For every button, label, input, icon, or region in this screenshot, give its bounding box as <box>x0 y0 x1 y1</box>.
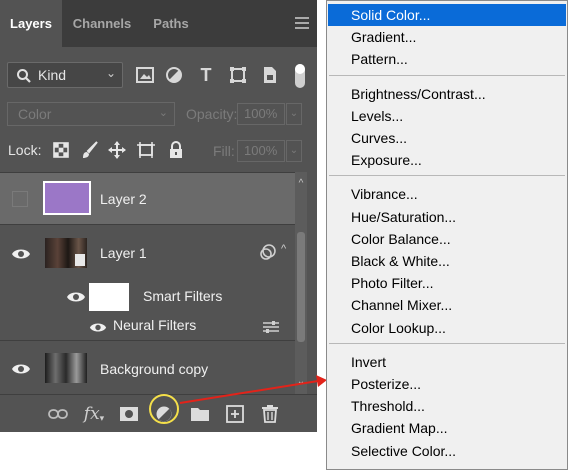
menu-item[interactable]: Vibrance... <box>328 183 566 205</box>
menu-separator <box>329 343 565 344</box>
menu-item[interactable]: Pattern... <box>328 48 566 70</box>
menu-item[interactable]: Color Balance... <box>328 228 566 250</box>
menu-separator <box>329 75 565 76</box>
menu-item[interactable]: Exposure... <box>328 149 566 171</box>
menu-separator <box>329 175 565 176</box>
menu-item[interactable]: Solid Color... <box>328 4 566 26</box>
menu-item[interactable]: Invert <box>328 351 566 373</box>
menu-item[interactable]: Posterize... <box>328 373 566 395</box>
menu-item[interactable]: Color Lookup... <box>328 317 566 339</box>
menu-item[interactable]: Curves... <box>328 127 566 149</box>
menu-item[interactable]: Hue/Saturation... <box>328 206 566 228</box>
menu-item[interactable]: Photo Filter... <box>328 272 566 294</box>
menu-item[interactable]: Black & White... <box>328 250 566 272</box>
menu-item[interactable]: Brightness/Contrast... <box>328 83 566 105</box>
menu-item[interactable]: Channel Mixer... <box>328 294 566 316</box>
menu-item[interactable]: Levels... <box>328 105 566 127</box>
menu-item[interactable]: Gradient Map... <box>328 417 566 439</box>
adjustment-layer-menu: Solid Color... Gradient... Pattern... Brigh… <box>326 0 568 470</box>
menu-item[interactable]: Selective Color... <box>328 440 566 462</box>
menu-item[interactable]: Threshold... <box>328 395 566 417</box>
menu-item[interactable]: Gradient... <box>328 26 566 48</box>
